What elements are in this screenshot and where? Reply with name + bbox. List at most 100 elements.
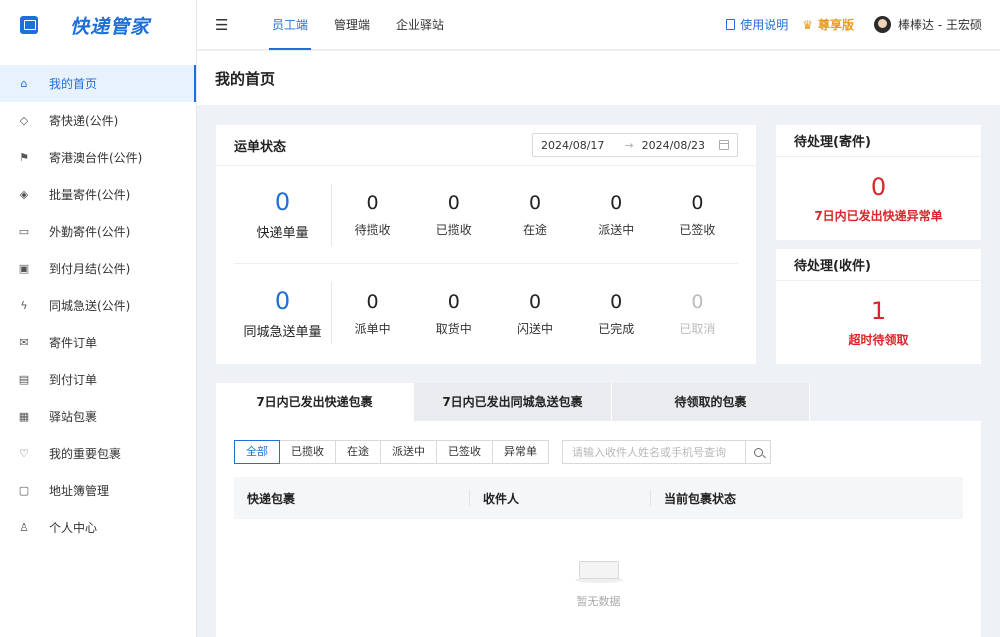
user-menu[interactable]: 棒棒达 - 王宏硕 xyxy=(874,16,982,33)
sidebar-item[interactable]: ϟ 同城急送(公件) xyxy=(0,287,196,324)
stat-item[interactable]: 0 在途 xyxy=(494,191,575,238)
calendar-icon: ▣ xyxy=(18,262,30,275)
stat-item[interactable]: 0 派送中 xyxy=(576,191,657,238)
logo-icon xyxy=(20,16,38,34)
document-icon xyxy=(726,19,736,30)
empty-state: 暂无数据 xyxy=(234,553,963,609)
stat-value: 0 xyxy=(691,192,704,214)
stat-item[interactable]: 0 派单中 xyxy=(332,290,413,337)
date-range-picker[interactable]: 2024/08/17 → 2024/08/23 xyxy=(532,133,738,157)
card-title: 待处理(收件) xyxy=(776,249,981,281)
city-stats-row: 0 同城急送单量 0 派单中 0 取货中 0 闪送中 0 已完成 0 已取消 xyxy=(234,264,738,362)
sidebar-item[interactable]: ▤ 到付订单 xyxy=(0,361,196,398)
stat-value: 0 xyxy=(528,290,542,313)
stat-label: 待揽收 xyxy=(354,223,391,237)
sidebar-item[interactable]: ◇ 寄快递(公件) xyxy=(0,102,196,139)
help-link[interactable]: 使用说明 xyxy=(726,16,788,33)
sidebar: 快递管家 ⌂ 我的首页 ◇ 寄快递(公件) ⚑ 寄港澳台件(公件) ◈ 批量寄件(公件) ▭ 外勤… xyxy=(0,0,197,637)
empty-box-icon xyxy=(574,553,623,583)
pending-count: 0 xyxy=(870,173,887,201)
stat-value: 0 xyxy=(610,290,623,313)
table-header: 快递包裹 收件人 当前包裹状态 xyxy=(234,477,963,519)
column-header: 收件人 xyxy=(470,490,651,506)
filter-button[interactable]: 在途 xyxy=(335,440,381,464)
stat-value: 0 xyxy=(366,290,379,313)
sidebar-item[interactable]: ♙ 个人中心 xyxy=(0,509,196,546)
stat-item[interactable]: 0 已完成 xyxy=(576,290,657,337)
filter-button[interactable]: 已签收 xyxy=(436,440,493,464)
stat-item[interactable]: 0 待揽收 xyxy=(332,191,413,238)
stat-label: 同城急送单量 xyxy=(243,324,322,340)
city-total[interactable]: 0 同城急送单量 xyxy=(234,282,332,344)
sidebar-item[interactable]: ▢ 地址簿管理 xyxy=(0,472,196,509)
flag-icon: ⚑ xyxy=(19,151,29,164)
top-tab[interactable]: 员工端 xyxy=(259,0,321,50)
sidebar-item[interactable]: ♡ 我的重要包裹 xyxy=(0,435,196,472)
sidebar-item[interactable]: ▭ 外勤寄件(公件) xyxy=(0,213,196,250)
stat-item[interactable]: 0 已签收 xyxy=(657,191,738,238)
stat-value: 0 xyxy=(274,286,291,315)
vip-badge[interactable]: ♛ 尊享版 xyxy=(802,16,854,33)
date-start: 2024/08/17 xyxy=(541,138,605,152)
sidebar-item-label: 我的首页 xyxy=(49,77,98,91)
card-title: 待处理(寄件) xyxy=(776,125,981,157)
mail-icon: ✉ xyxy=(19,336,29,349)
search-button[interactable] xyxy=(746,440,771,464)
empty-text: 暂无数据 xyxy=(576,595,621,608)
package-tab[interactable]: 待领取的包裹 xyxy=(612,383,810,421)
stat-value: 0 xyxy=(691,290,704,313)
top-tab[interactable]: 企业驿站 xyxy=(383,0,457,50)
package-tab[interactable]: 7日内已发出同城急送包裹 xyxy=(414,383,612,421)
stat-label: 已揽收 xyxy=(435,223,472,237)
status-filter-group: 全部 已揽收 在途 派送中 已签收 异常单 xyxy=(234,440,549,464)
stat-label: 取货中 xyxy=(435,321,472,336)
sidebar-item-label: 驿站包裹 xyxy=(49,410,98,424)
stat-item[interactable]: 0 取货中 xyxy=(413,290,494,337)
logo[interactable]: 快递管家 xyxy=(0,0,196,50)
document-icon: ▤ xyxy=(18,373,30,386)
stat-item[interactable]: 0 已揽收 xyxy=(413,191,494,238)
top-bar: ☰ 员工端 管理端 企业驿站 使用说明 ♛ 尊享版 棒棒达 - 王宏硕 xyxy=(197,0,1000,50)
avatar xyxy=(874,16,892,33)
address-card-icon: ▢ xyxy=(18,484,30,497)
search-icon xyxy=(753,447,763,457)
stat-label: 已取消 xyxy=(679,321,716,336)
menu-collapse-icon[interactable]: ☰ xyxy=(215,16,233,34)
filter-button[interactable]: 已揽收 xyxy=(279,440,336,464)
sidebar-item[interactable]: ◈ 批量寄件(公件) xyxy=(0,176,196,213)
sidebar-item-label: 外勤寄件(公件) xyxy=(49,225,131,239)
stat-label: 已完成 xyxy=(598,321,635,336)
tag-icon: ◇ xyxy=(19,114,29,127)
package-tab[interactable]: 7日内已发出快递包裹 xyxy=(216,383,414,421)
column-header: 快递包裹 xyxy=(234,490,470,506)
stat-item[interactable]: 0 已取消 xyxy=(657,290,738,337)
pending-receive-card[interactable]: 待处理(收件) 1 超时待领取 xyxy=(776,249,981,364)
sidebar-item[interactable]: ▣ 到付月结(公件) xyxy=(0,250,196,287)
filter-button[interactable]: 异常单 xyxy=(492,440,549,464)
stat-label: 派单中 xyxy=(354,321,391,336)
sidebar-item[interactable]: ✉ 寄件订单 xyxy=(0,324,196,361)
stat-value: 0 xyxy=(274,188,291,216)
filter-button[interactable]: 派送中 xyxy=(380,440,437,464)
express-total[interactable]: 0 快递单量 xyxy=(234,183,332,246)
date-end: 2024/08/23 xyxy=(641,138,706,152)
sidebar-item[interactable]: ⌂ 我的首页 xyxy=(0,65,196,102)
sidebar-item[interactable]: ▦ 驿站包裹 xyxy=(0,398,196,435)
lightning-icon: ϟ xyxy=(20,299,28,312)
storefront-icon: ▦ xyxy=(18,410,30,423)
stat-item[interactable]: 0 闪送中 xyxy=(494,290,575,337)
page-title: 我的首页 xyxy=(215,69,276,88)
stat-label: 已签收 xyxy=(679,223,716,237)
top-tab[interactable]: 管理端 xyxy=(321,0,383,50)
filter-button[interactable]: 全部 xyxy=(234,440,280,464)
packages-panel: 7日内已发出快递包裹 7日内已发出同城急送包裹 待领取的包裹 全部 已揽收 在途 派送中已… xyxy=(216,383,981,637)
sidebar-item-label: 地址簿管理 xyxy=(49,484,110,498)
package-tabs: 7日内已发出快递包裹 7日内已发出同城急送包裹 待领取的包裹 xyxy=(216,383,981,421)
help-label: 使用说明 xyxy=(740,18,789,32)
pending-count: 1 xyxy=(870,297,887,325)
search-input[interactable] xyxy=(562,440,746,464)
pending-send-card[interactable]: 待处理(寄件) 0 7日内已发出快递异常单 xyxy=(776,125,981,240)
home-icon: ⌂ xyxy=(20,77,28,90)
stat-value: 0 xyxy=(447,192,460,214)
sidebar-item[interactable]: ⚑ 寄港澳台件(公件) xyxy=(0,139,196,176)
